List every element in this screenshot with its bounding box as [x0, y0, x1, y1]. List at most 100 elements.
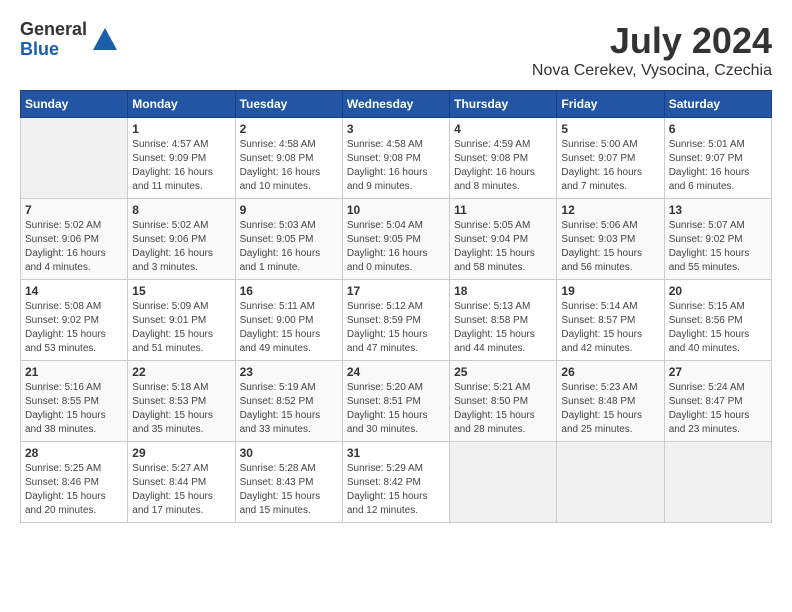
day-number: 6 [669, 122, 767, 136]
week-row-0: 1Sunrise: 4:57 AMSunset: 9:09 PMDaylight… [21, 118, 772, 199]
day-number: 26 [561, 365, 659, 379]
header-cell-friday: Friday [557, 91, 664, 118]
day-info: Sunrise: 4:58 AMSunset: 9:08 PMDaylight:… [240, 138, 338, 194]
day-info: Sunrise: 5:28 AMSunset: 8:43 PMDaylight:… [240, 462, 338, 518]
calendar-cell: 18Sunrise: 5:13 AMSunset: 8:58 PMDayligh… [450, 280, 557, 361]
week-row-1: 7 Sunrise: 5:02 AMSunset: 9:06 PMDaylight… [21, 199, 772, 280]
week-row-3: 21Sunrise: 5:16 AMSunset: 8:55 PMDayligh… [21, 361, 772, 442]
week-row-4: 28 Sunrise: 5:25 AMSunset: 8:46 PMDayligh… [21, 442, 772, 523]
day-info: Sunrise: 5:03 AMSunset: 9:05 PMDaylight:… [240, 219, 338, 275]
day-info: Sunrise: 4:59 AMSunset: 9:08 PMDaylight:… [454, 138, 552, 194]
logo-blue-text: Blue [20, 40, 87, 60]
calendar-cell: 27Sunrise: 5:24 AMSunset: 8:47 PMDayligh… [664, 361, 771, 442]
day-info: Sunrise: 5:29 AMSunset: 8:42 PMDaylight:… [347, 462, 445, 518]
calendar-cell: 6 Sunrise: 5:01 AMSunset: 9:07 PMDaylight… [664, 118, 771, 199]
day-info: Sunrise: 5:09 AMSunset: 9:01 PMDaylight:… [132, 300, 230, 356]
calendar-cell: 26 Sunrise: 5:23 AMSunset: 8:48 PMDayligh… [557, 361, 664, 442]
calendar-cell: 4 Sunrise: 4:59 AMSunset: 9:08 PMDaylight… [450, 118, 557, 199]
day-number: 22 [132, 365, 230, 379]
calendar-cell: 16Sunrise: 5:11 AMSunset: 9:00 PMDayligh… [235, 280, 342, 361]
day-info: Sunrise: 5:01 AMSunset: 9:07 PMDaylight:… [669, 138, 767, 194]
calendar-cell: 15 Sunrise: 5:09 AMSunset: 9:01 PMDayligh… [128, 280, 235, 361]
calendar-cell: 1Sunrise: 4:57 AMSunset: 9:09 PMDaylight… [128, 118, 235, 199]
subtitle: Nova Cerekev, Vysocina, Czechia [532, 62, 772, 80]
day-number: 31 [347, 446, 445, 460]
day-info: Sunrise: 5:11 AMSunset: 9:00 PMDaylight:… [240, 300, 338, 356]
calendar-cell [21, 118, 128, 199]
calendar-cell: 13Sunrise: 5:07 AMSunset: 9:02 PMDayligh… [664, 199, 771, 280]
day-number: 15 [132, 284, 230, 298]
header: General Blue July 2024 Nova Cerekev, Vys… [20, 20, 772, 80]
day-number: 25 [454, 365, 552, 379]
header-cell-wednesday: Wednesday [342, 91, 449, 118]
header-cell-monday: Monday [128, 91, 235, 118]
day-info: Sunrise: 5:02 AMSunset: 9:06 PMDaylight:… [25, 219, 123, 275]
day-info: Sunrise: 5:20 AMSunset: 8:51 PMDaylight:… [347, 381, 445, 437]
day-number: 21 [25, 365, 123, 379]
header-cell-tuesday: Tuesday [235, 91, 342, 118]
calendar-cell: 9 Sunrise: 5:03 AMSunset: 9:05 PMDaylight… [235, 199, 342, 280]
header-cell-saturday: Saturday [664, 91, 771, 118]
day-number: 20 [669, 284, 767, 298]
day-info: Sunrise: 5:23 AMSunset: 8:48 PMDaylight:… [561, 381, 659, 437]
title-area: July 2024 Nova Cerekev, Vysocina, Czechi… [532, 20, 772, 80]
week-row-2: 14 Sunrise: 5:08 AMSunset: 9:02 PMDayligh… [21, 280, 772, 361]
day-info: Sunrise: 4:58 AMSunset: 9:08 PMDaylight:… [347, 138, 445, 194]
day-number: 9 [240, 203, 338, 217]
day-number: 14 [25, 284, 123, 298]
calendar-cell: 7 Sunrise: 5:02 AMSunset: 9:06 PMDaylight… [21, 199, 128, 280]
day-number: 4 [454, 122, 552, 136]
calendar-cell: 22Sunrise: 5:18 AMSunset: 8:53 PMDayligh… [128, 361, 235, 442]
day-info: Sunrise: 5:19 AMSunset: 8:52 PMDaylight:… [240, 381, 338, 437]
day-number: 28 [25, 446, 123, 460]
calendar-cell: 30 Sunrise: 5:28 AMSunset: 8:43 PMDayligh… [235, 442, 342, 523]
day-info: Sunrise: 5:14 AMSunset: 8:57 PMDaylight:… [561, 300, 659, 356]
day-number: 7 [25, 203, 123, 217]
day-info: Sunrise: 5:07 AMSunset: 9:02 PMDaylight:… [669, 219, 767, 275]
header-row: SundayMondayTuesdayWednesdayThursdayFrid… [21, 91, 772, 118]
calendar-cell: 19 Sunrise: 5:14 AMSunset: 8:57 PMDayligh… [557, 280, 664, 361]
calendar-cell: 28 Sunrise: 5:25 AMSunset: 8:46 PMDayligh… [21, 442, 128, 523]
day-info: Sunrise: 5:06 AMSunset: 9:03 PMDaylight:… [561, 219, 659, 275]
calendar-cell: 14 Sunrise: 5:08 AMSunset: 9:02 PMDayligh… [21, 280, 128, 361]
day-info: Sunrise: 5:21 AMSunset: 8:50 PMDaylight:… [454, 381, 552, 437]
calendar-table: SundayMondayTuesdayWednesdayThursdayFrid… [20, 90, 772, 523]
day-info: Sunrise: 5:02 AMSunset: 9:06 PMDaylight:… [132, 219, 230, 275]
calendar-cell: 2 Sunrise: 4:58 AMSunset: 9:08 PMDaylight… [235, 118, 342, 199]
calendar-cell: 12 Sunrise: 5:06 AMSunset: 9:03 PMDayligh… [557, 199, 664, 280]
day-number: 5 [561, 122, 659, 136]
day-number: 30 [240, 446, 338, 460]
day-number: 27 [669, 365, 767, 379]
main-title: July 2024 [532, 20, 772, 62]
day-number: 3 [347, 122, 445, 136]
calendar-cell: 21Sunrise: 5:16 AMSunset: 8:55 PMDayligh… [21, 361, 128, 442]
day-number: 1 [132, 122, 230, 136]
calendar-cell [664, 442, 771, 523]
day-number: 29 [132, 446, 230, 460]
calendar-cell: 24Sunrise: 5:20 AMSunset: 8:51 PMDayligh… [342, 361, 449, 442]
day-info: Sunrise: 5:25 AMSunset: 8:46 PMDaylight:… [25, 462, 123, 518]
day-number: 10 [347, 203, 445, 217]
header-cell-sunday: Sunday [21, 91, 128, 118]
header-cell-thursday: Thursday [450, 91, 557, 118]
day-number: 19 [561, 284, 659, 298]
logo: General Blue [20, 20, 119, 60]
logo-icon [91, 26, 119, 54]
day-number: 2 [240, 122, 338, 136]
calendar-cell: 11Sunrise: 5:05 AMSunset: 9:04 PMDayligh… [450, 199, 557, 280]
calendar-cell: 31 Sunrise: 5:29 AMSunset: 8:42 PMDayligh… [342, 442, 449, 523]
calendar-cell: 23Sunrise: 5:19 AMSunset: 8:52 PMDayligh… [235, 361, 342, 442]
day-info: Sunrise: 5:05 AMSunset: 9:04 PMDaylight:… [454, 219, 552, 275]
day-number: 18 [454, 284, 552, 298]
calendar-cell: 5Sunrise: 5:00 AMSunset: 9:07 PMDaylight… [557, 118, 664, 199]
logo-general-text: General [20, 20, 87, 40]
day-info: Sunrise: 5:08 AMSunset: 9:02 PMDaylight:… [25, 300, 123, 356]
day-number: 17 [347, 284, 445, 298]
calendar-cell: 29 Sunrise: 5:27 AMSunset: 8:44 PMDayligh… [128, 442, 235, 523]
day-info: Sunrise: 5:27 AMSunset: 8:44 PMDaylight:… [132, 462, 230, 518]
calendar-cell: 10Sunrise: 5:04 AMSunset: 9:05 PMDayligh… [342, 199, 449, 280]
calendar-cell [557, 442, 664, 523]
calendar-cell: 17Sunrise: 5:12 AMSunset: 8:59 PMDayligh… [342, 280, 449, 361]
calendar-cell: 8Sunrise: 5:02 AMSunset: 9:06 PMDaylight… [128, 199, 235, 280]
day-number: 12 [561, 203, 659, 217]
